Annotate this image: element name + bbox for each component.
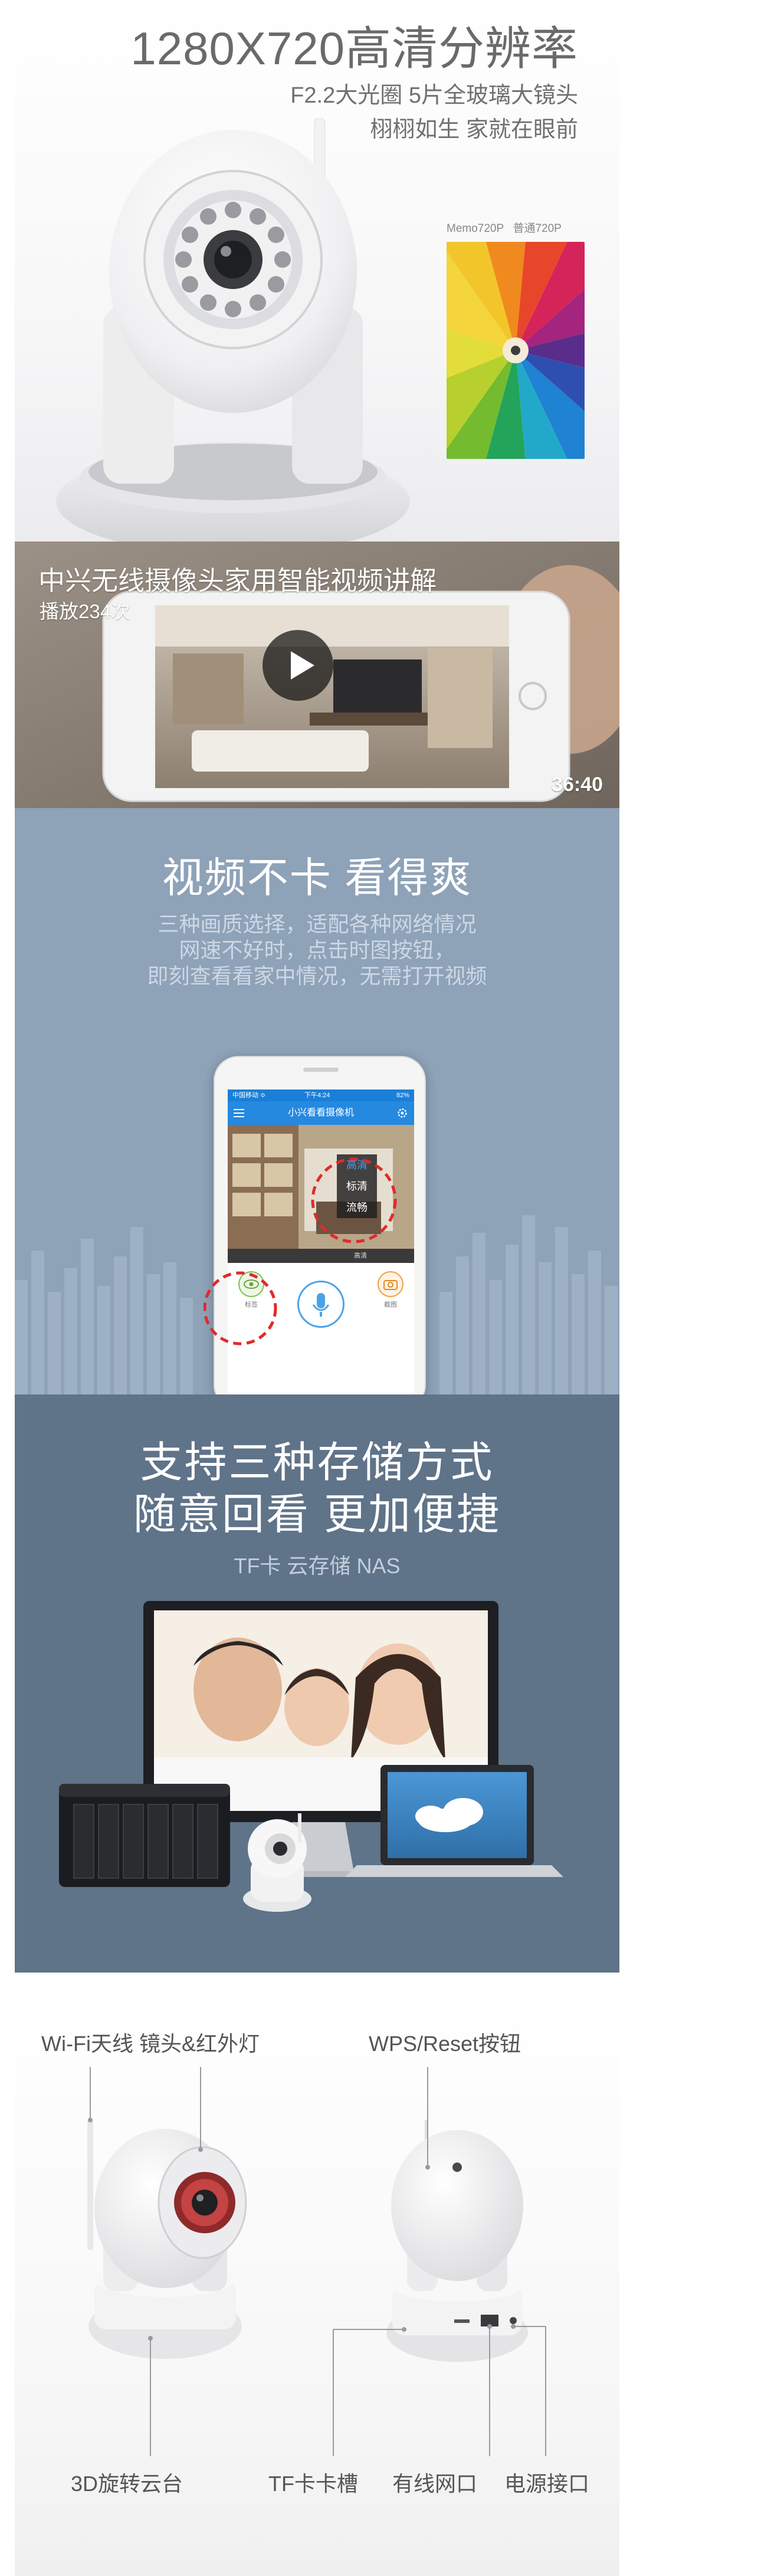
label-lan-port: 有线网口 (392, 2472, 478, 2496)
video-section[interactable]: 中兴无线摄像头家用智能视频讲解 播放234次 36:40 (15, 542, 619, 808)
video-title: 中兴无线摄像头家用智能视频讲解 (38, 566, 437, 596)
lens-subtitle: F2.2大光圈 5片全玻璃大镜头 (290, 83, 578, 108)
detail-column: 1280X720高清分辨率 F2.2大光圈 5片全玻璃大镜头 栩栩如生 家就在眼… (15, 0, 619, 2576)
hardware-section: Wi-Fi天线 镜头&红外灯 WPS/Reset按钮 3D旋转云台 TF卡卡槽 … (15, 1973, 619, 2576)
eye-highlight-circle (204, 1271, 277, 1346)
storage-devices-image (59, 1601, 563, 1912)
label-power-port: 电源接口 (504, 2472, 590, 2496)
resolution-title: 1280X720高清分辨率 (130, 22, 578, 74)
highlight-circles (204, 1157, 397, 1346)
label-tf-slot: TF卡卡槽 (268, 2472, 358, 2496)
storage-title-line2: 随意回看 更加便捷 (133, 1491, 501, 1538)
lifelike-subtitle: 栩栩如生 家就在眼前 (370, 117, 578, 142)
quality-highlight-circle (311, 1157, 397, 1243)
smooth-video-section: 视频不卡 看得爽 三种画质选择，适配各种网络情况 网速不好时，点击时图按钮， 即… (15, 808, 619, 1394)
smooth-video-desc-3: 即刻查看看家中情况，无需打开视频 (147, 964, 487, 988)
color-pencils-image (447, 242, 585, 459)
storage-subtitle: TF卡 云存储 NAS (234, 1554, 401, 1578)
smooth-video-title: 视频不卡 看得爽 (162, 855, 473, 901)
play-icon (291, 651, 314, 680)
resolution-section: 1280X720高清分辨率 F2.2大光圈 5片全玻璃大镜头 栩栩如生 家就在眼… (15, 0, 619, 542)
label-wps-reset: WPS/Reset按钮 (369, 2032, 521, 2056)
compare-label-normal: 普通720P (513, 222, 562, 235)
play-button[interactable] (263, 630, 333, 701)
compare-labels: Memo720P 普通720P (447, 219, 567, 235)
compare-label-memo: Memo720P (447, 222, 504, 235)
camera-product-image (56, 118, 410, 542)
phone-speaker (303, 1068, 339, 1072)
video-duration: 36:40 (552, 773, 603, 796)
play-count: 播放234次 (40, 600, 131, 622)
label-antenna-lens: Wi-Fi天线 镜头&红外灯 (41, 2032, 260, 2056)
product-page: 1280X720高清分辨率 F2.2大光圈 5片全玻璃大镜头 栩栩如生 家就在眼… (0, 0, 771, 2576)
storage-section: 支持三种存储方式 随意回看 更加便捷 TF卡 云存储 NAS (15, 1394, 619, 1973)
label-gimbal: 3D旋转云台 (71, 2472, 183, 2496)
